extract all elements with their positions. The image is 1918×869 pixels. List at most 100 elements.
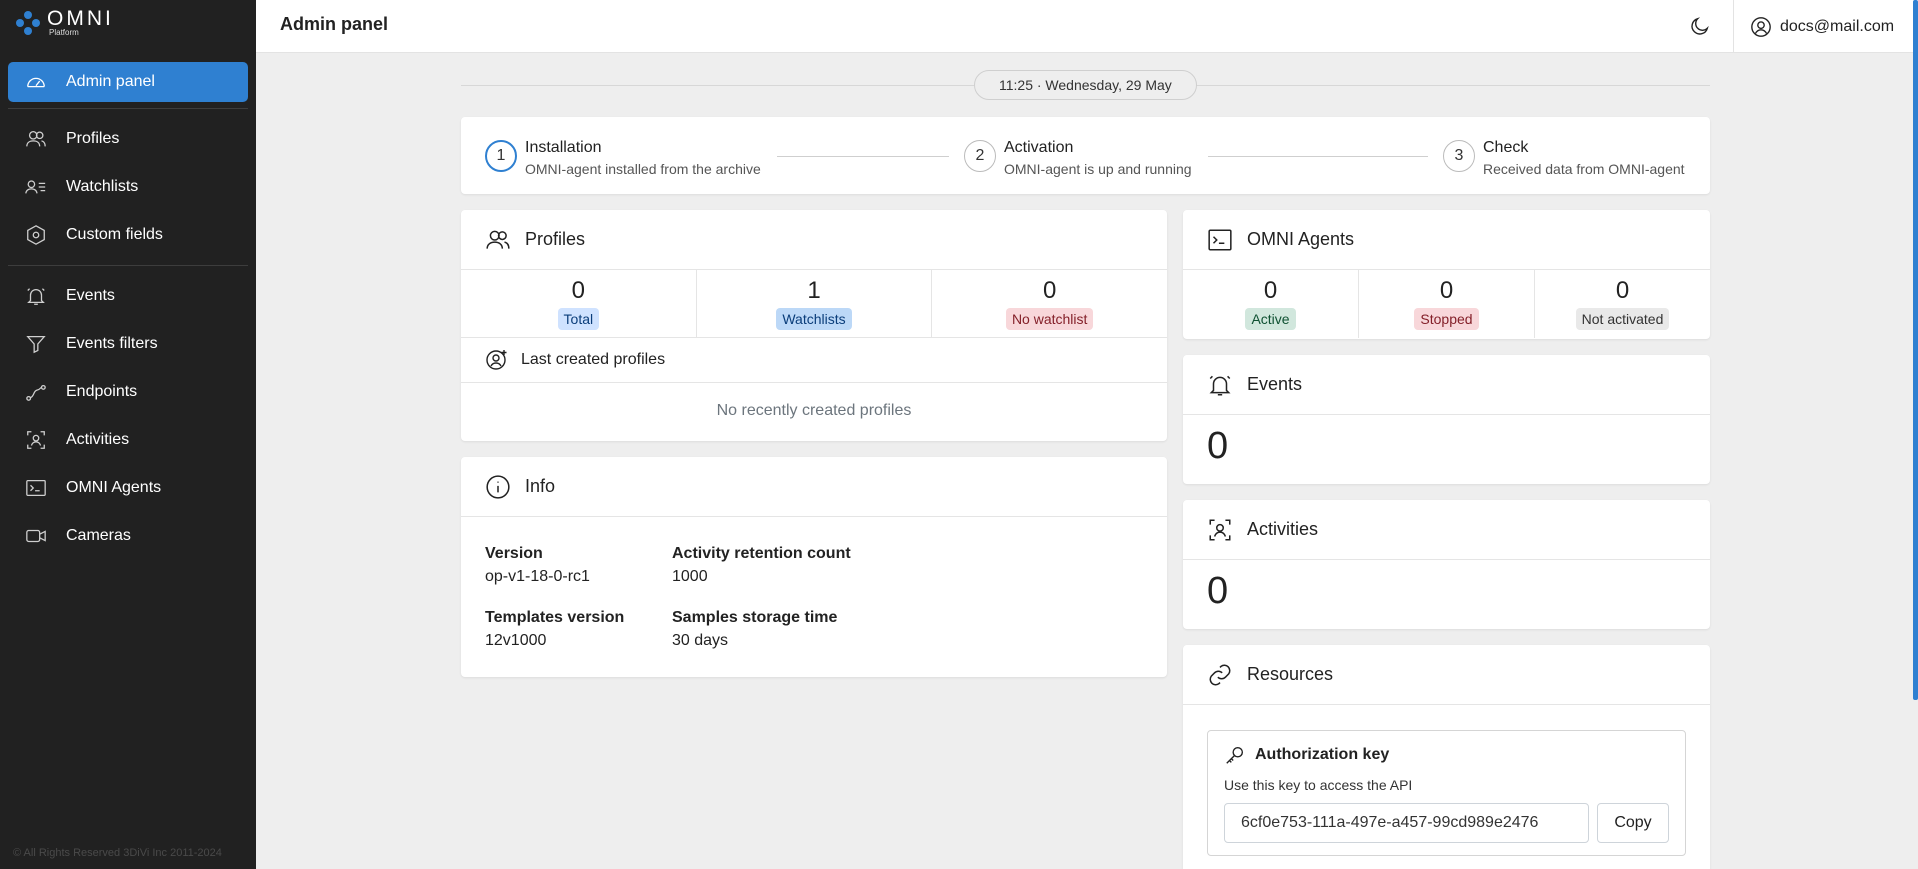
user-email: docs@mail.com: [1780, 17, 1895, 35]
step-title: Activation: [1004, 139, 1074, 156]
step-installation: 1 Installation OMNI-agent installed from…: [485, 138, 761, 180]
info-retention: Activity retention count 1000: [672, 543, 912, 589]
info-value: 30 days: [672, 632, 729, 649]
step-check: 3 Check Received data from OMNI-agent: [1443, 138, 1685, 180]
theme-toggle-button[interactable]: [1686, 12, 1714, 40]
sidebar-item-label: Cameras: [66, 527, 131, 544]
copy-key-button[interactable]: Copy: [1597, 803, 1669, 843]
step-number: 3: [1443, 140, 1475, 172]
card-title: Activities: [1247, 519, 1319, 539]
info-label: Samples storage time: [672, 609, 838, 626]
logo-icon: [16, 11, 40, 35]
info-version: Version op-v1-18-0-rc1: [485, 543, 685, 589]
empty-profiles-message: No recently created profiles: [716, 402, 912, 419]
info-label: Templates version: [485, 609, 625, 626]
stat-badge: Total: [557, 308, 600, 330]
authorization-key-box: Authorization key Use this key to access…: [1207, 730, 1686, 856]
info-card-header: Info: [461, 457, 1167, 517]
camera-icon: [24, 524, 48, 548]
sidebar-item-events-filters[interactable]: Events filters: [8, 320, 248, 368]
page-title: Admin panel: [280, 14, 389, 34]
link-icon: [1209, 664, 1231, 685]
sidebar-item-cameras[interactable]: Cameras: [8, 512, 248, 560]
sidebar: OMNI Platform Admin panel Profiles Watch…: [0, 0, 256, 869]
stat-value: 1: [807, 277, 821, 304]
last-created-label: Last created profiles: [521, 351, 666, 368]
top-header: Admin panel docs@mail.com: [256, 0, 1918, 53]
step-subtitle: OMNI-agent installed from the archive: [525, 161, 761, 177]
resources-card: Resources Authorization key Use this key…: [1183, 645, 1710, 869]
info-value: 1000: [672, 568, 708, 585]
sidebar-item-omni-agents[interactable]: OMNI Agents: [8, 464, 248, 512]
date-pill: 11:25 · Wednesday, 29 May: [974, 70, 1197, 100]
sidebar-item-watchlists[interactable]: Watchlists: [8, 163, 248, 211]
sidebar-item-label: Custom fields: [66, 226, 163, 243]
events-card[interactable]: Events 0: [1183, 355, 1710, 484]
info-value: op-v1-18-0-rc1: [485, 568, 590, 585]
api-key-field[interactable]: [1224, 803, 1589, 843]
profiles-card: Profiles 0 Total 1 Watchlists 0 No watch…: [461, 210, 1167, 441]
stat-badge: Active: [1245, 308, 1296, 330]
sidebar-item-activities[interactable]: Activities: [8, 416, 248, 464]
omni-logo[interactable]: OMNI Platform: [15, 8, 114, 37]
stat-badge: Not activated: [1575, 308, 1670, 330]
step-subtitle: OMNI-agent is up and running: [1004, 161, 1192, 177]
info-value: 12v1000: [485, 632, 547, 649]
resources-card-header: Resources: [1183, 645, 1710, 705]
last-created-header: Last created profiles: [461, 338, 1167, 383]
setup-stepper: 1 Installation OMNI-agent installed from…: [461, 117, 1710, 194]
gauge-icon: [24, 70, 48, 94]
agents-stats: 0 Active 0 Stopped 0 Not activated: [1183, 270, 1710, 338]
list-user-icon: [24, 175, 48, 199]
route-icon: [24, 380, 48, 404]
step-number: 2: [964, 140, 996, 172]
sidebar-item-admin-panel[interactable]: Admin panel: [8, 62, 248, 102]
hexagon-icon: [24, 223, 48, 247]
card-title: Resources: [1247, 664, 1334, 684]
step-title: Installation: [525, 139, 602, 156]
sidebar-item-endpoints[interactable]: Endpoints: [8, 368, 248, 416]
info-label: Activity retention count: [672, 545, 851, 562]
auth-key-label: Authorization key: [1255, 746, 1390, 763]
auth-key-description: Use this key to access the API: [1224, 777, 1413, 793]
step-title: Check: [1483, 139, 1529, 156]
sidebar-item-events[interactable]: Events: [8, 272, 248, 320]
stat-value: 0: [1263, 277, 1278, 304]
info-icon: [486, 474, 510, 499]
sidebar-nav: Admin panel Profiles Watchlists Custom f…: [0, 62, 256, 560]
terminal-icon: [1208, 228, 1232, 251]
copyright: © All Rights Reserved 3DiVi Inc 2011-202…: [13, 847, 222, 859]
logo-subtitle: Platform: [49, 28, 79, 37]
stat-value: 0: [1439, 277, 1454, 304]
info-templates: Templates version 12v1000: [485, 607, 685, 653]
events-card-header: Events: [1183, 355, 1710, 415]
activities-card-header: Activities: [1183, 500, 1710, 560]
stat-badge: No watchlist: [1005, 308, 1094, 330]
page-scrollbar[interactable]: [1913, 0, 1918, 700]
sidebar-item-label: Activities: [66, 431, 130, 448]
agents-card-header: OMNI Agents: [1183, 210, 1710, 270]
sidebar-item-label: Endpoints: [66, 383, 138, 400]
moon-icon: [1691, 17, 1709, 35]
step-connector: [777, 156, 949, 157]
sidebar-item-custom-fields[interactable]: Custom fields: [8, 211, 248, 259]
users-icon: [486, 230, 510, 249]
sidebar-item-profiles[interactable]: Profiles: [8, 115, 248, 163]
stat-stopped[interactable]: 0 Stopped: [1359, 270, 1535, 338]
user-circle-icon: [1751, 16, 1771, 37]
stat-active[interactable]: 0 Active: [1183, 270, 1359, 338]
stat-total[interactable]: 0 Total: [461, 270, 697, 337]
card-title: Events: [1247, 374, 1303, 394]
profiles-card-header: Profiles: [461, 210, 1167, 270]
user-menu[interactable]: docs@mail.com: [1733, 0, 1894, 53]
sidebar-item-label: Events: [66, 287, 115, 304]
scan-user-icon: [24, 428, 48, 452]
user-plus-icon: [486, 350, 507, 370]
activities-count: 0: [1207, 570, 1229, 612]
stat-watchlists[interactable]: 1 Watchlists: [697, 270, 933, 337]
events-count: 0: [1207, 425, 1229, 467]
activities-card[interactable]: Activities 0: [1183, 500, 1710, 629]
stat-no-watchlist[interactable]: 0 No watchlist: [932, 270, 1167, 337]
stat-not-activated[interactable]: 0 Not activated: [1535, 270, 1710, 338]
sidebar-item-label: Events filters: [66, 335, 158, 352]
